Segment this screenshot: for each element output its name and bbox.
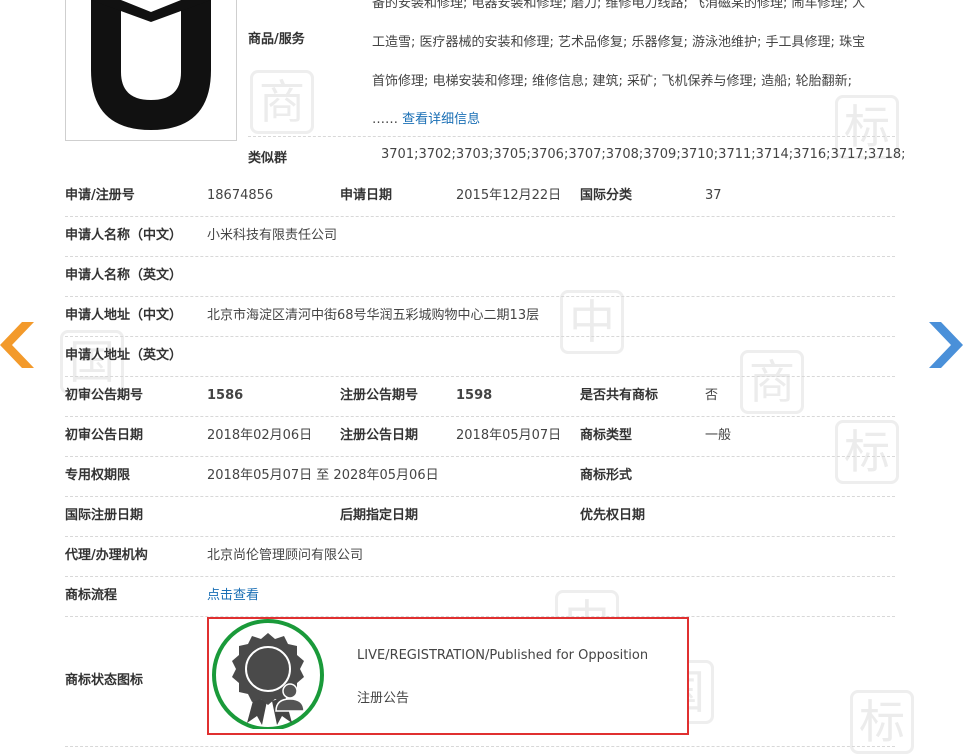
exclusive-label: 专用权期限 <box>65 468 131 483</box>
detail-row: 申请人地址（英文） <box>65 336 895 377</box>
reg-issue-label: 注册公告期号 <box>340 388 419 403</box>
goods-label: 商品/服务 <box>248 32 305 47</box>
goods-ellipsis: …… <box>372 112 398 127</box>
detail-row: 初审公告期号 1586 注册公告期号 1598 是否共有商标 否 <box>65 376 895 417</box>
apply-date-value: 2015年12月22日 <box>456 188 562 203</box>
divider <box>248 136 895 137</box>
similar-group-label: 类似群 <box>248 151 288 166</box>
intl-class-value: 37 <box>705 188 722 203</box>
goods-line: 首饰修理; 电梯安装和修理; 维修信息; 建筑; 采矿; 飞机保养与修理; 造船… <box>372 74 852 89</box>
detail-row: 专用权期限 2018年05月07日 至 2028年05月06日 商标形式 <box>65 456 895 497</box>
flow-label: 商标流程 <box>65 588 118 603</box>
intl-reg-date-label: 国际注册日期 <box>65 508 144 523</box>
detail-row: 申请/注册号 18674856 申请日期 2015年12月22日 国际分类 37 <box>65 176 895 217</box>
address-en-label: 申请人地址（英文） <box>65 348 183 363</box>
detail-row: 申请人名称（中文） 小米科技有限责任公司 <box>65 216 895 257</box>
detail-row: 初审公告日期 2018年02月06日 注册公告日期 2018年05月07日 商标… <box>65 416 895 457</box>
address-cn-value: 北京市海淀区清河中街68号华润五彩城购物中心二期13层 <box>207 308 540 323</box>
tm-type-label: 商标类型 <box>580 428 633 443</box>
detail-row: 申请人地址（中文） 北京市海淀区清河中街68号华润五彩城购物中心二期13层 <box>65 296 895 337</box>
later-date-label: 后期指定日期 <box>340 508 419 523</box>
detail-row: 国际注册日期 后期指定日期 优先权日期 <box>65 496 895 537</box>
trademark-logo-icon <box>91 0 211 130</box>
trademark-image <box>65 0 237 141</box>
chevron-right-icon <box>929 322 963 368</box>
reg-date-value: 2018年05月07日 <box>456 428 562 443</box>
detail-row: 代理/办理机构 北京尚伦管理顾问有限公司 <box>65 536 895 577</box>
reg-no-label: 申请/注册号 <box>65 188 135 203</box>
shared-value: 否 <box>705 388 719 403</box>
detail-row: 商标流程 点击查看 <box>65 576 895 617</box>
similar-group-value: 3701;3702;3703;3705;3706;3707;3708;3709;… <box>381 147 906 162</box>
exclusive-value: 2018年05月07日 至 2028年05月06日 <box>207 468 439 483</box>
applicant-en-label: 申请人名称（英文） <box>65 268 183 283</box>
reg-issue-value: 1598 <box>456 388 493 403</box>
status-icon-label: 商标状态图标 <box>65 673 144 688</box>
goods-more: …… 查看详细信息 <box>372 108 480 127</box>
status-english: LIVE/REGISTRATION/Published for Oppositi… <box>357 648 649 663</box>
prelim-issue-label: 初审公告期号 <box>65 388 144 403</box>
prelim-date-value: 2018年02月06日 <box>207 428 313 443</box>
goods-line: 备的安装和修理; 电器安装和修理; 磨刀; 维修电力线路; 飞消磁某的修理; 闹… <box>372 0 866 11</box>
priority-date-label: 优先权日期 <box>580 508 646 523</box>
prelim-date-label: 初审公告日期 <box>65 428 144 443</box>
reg-no-value: 18674856 <box>207 188 274 203</box>
agent-value: 北京尚伦管理顾问有限公司 <box>207 548 364 563</box>
apply-date-label: 申请日期 <box>340 188 393 203</box>
goods-line: 工造雪; 医疗器械的安装和修理; 艺术品修复; 乐器修复; 游泳池维护; 手工具… <box>372 35 866 50</box>
applicant-cn-label: 申请人名称（中文） <box>65 228 183 243</box>
prelim-issue-value: 1586 <box>207 388 244 403</box>
agent-label: 代理/办理机构 <box>65 548 148 563</box>
address-cn-label: 申请人地址（中文） <box>65 308 183 323</box>
tm-form-label: 商标形式 <box>580 468 633 483</box>
reg-date-label: 注册公告日期 <box>340 428 419 443</box>
flow-view-link[interactable]: 点击查看 <box>207 576 259 616</box>
detail-row: 申请人名称（英文） <box>65 256 895 297</box>
award-ribbon-icon <box>212 619 324 729</box>
prev-arrow-button[interactable] <box>0 322 34 372</box>
shared-label: 是否共有商标 <box>580 388 659 403</box>
watermark-char: 商 <box>250 70 314 134</box>
chevron-left-icon <box>0 322 34 368</box>
tm-type-value: 一般 <box>705 428 732 443</box>
status-highlight-box: LIVE/REGISTRATION/Published for Oppositi… <box>207 617 689 735</box>
applicant-cn-value: 小米科技有限责任公司 <box>207 228 338 243</box>
view-details-link[interactable]: 查看详细信息 <box>402 112 480 127</box>
intl-class-label: 国际分类 <box>580 188 633 203</box>
next-arrow-button[interactable] <box>929 322 963 372</box>
status-chinese: 注册公告 <box>357 691 410 706</box>
